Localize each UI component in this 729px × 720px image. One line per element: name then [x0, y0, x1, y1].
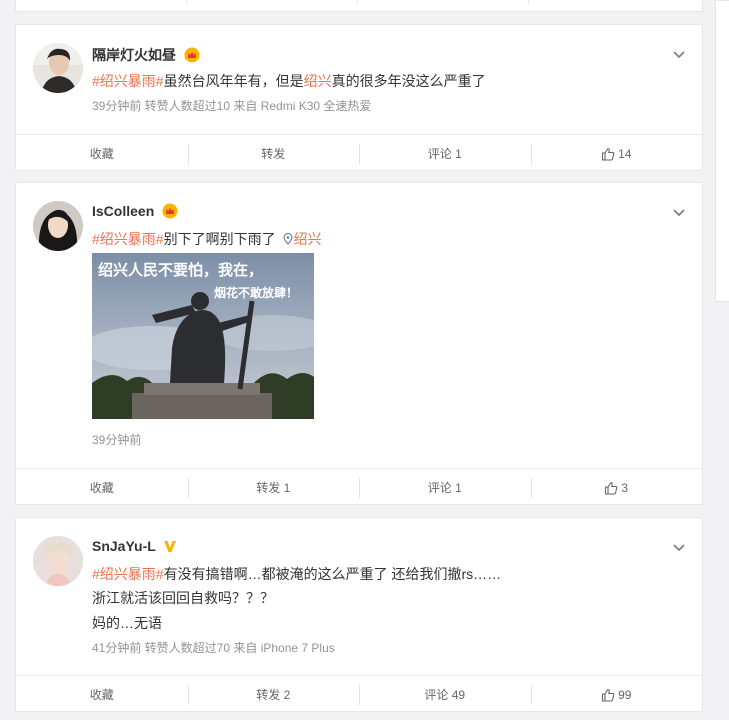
- avatar[interactable]: [33, 201, 83, 251]
- chevron-down-icon[interactable]: [672, 540, 686, 554]
- comment-label: 评论 1: [427, 481, 462, 495]
- favorite-button[interactable]: 收藏: [16, 469, 188, 506]
- action-bar: 收藏 转发 评论 1 14: [16, 134, 702, 172]
- repost-label: 转发: [261, 147, 286, 161]
- post-meta: 39分钟前 转赞人数超过10 来自 Redmi K30 全速热爱: [92, 99, 372, 113]
- comment-button[interactable]: 评论 49: [359, 676, 531, 713]
- favorite-label: 收藏: [89, 688, 114, 702]
- crown-badge-icon: [162, 203, 178, 222]
- image-caption: 绍兴人民不要怕，我在，: [98, 261, 263, 279]
- previous-post-actions: [15, 0, 703, 12]
- favorite-label: 收藏: [89, 481, 114, 495]
- repost-label: 转发 2: [256, 688, 291, 702]
- post-meta: 41分钟前 转赞人数超过70 来自 iPhone 7 Plus: [92, 641, 335, 655]
- chevron-down-icon[interactable]: [672, 47, 686, 61]
- repost-label: 转发 1: [256, 481, 291, 495]
- location-pin-icon: [283, 232, 294, 245]
- post-text-line: 妈的…无语: [92, 615, 162, 631]
- repost-button[interactable]: 转发 2: [187, 676, 360, 713]
- like-button[interactable]: 99: [530, 676, 703, 713]
- post-card: IsColleen #绍兴暴雨#别下了啊别下雨了 绍兴 绍兴人民不要怕，我在， …: [15, 182, 703, 505]
- post-text: #绍兴暴雨#虽然台风年年有，但是绍兴真的很多年没这么严重了: [92, 71, 486, 91]
- verified-v-icon: [163, 539, 177, 556]
- post-text: #绍兴暴雨#别下了啊别下雨了 绍兴: [92, 229, 321, 249]
- post-text-part: 别下了啊别下雨了: [163, 231, 276, 247]
- like-button[interactable]: 14: [530, 135, 703, 172]
- favorite-label: 收藏: [89, 147, 114, 161]
- comment-label: 评论 49: [424, 688, 466, 702]
- thumbs-up-icon: [602, 147, 615, 161]
- right-sidebar-panel: [715, 0, 729, 302]
- post-text-part: 真的很多年没这么严重了: [331, 73, 486, 89]
- topic-link[interactable]: #绍兴暴雨#: [92, 73, 164, 89]
- comment-label: 评论 1: [427, 147, 462, 161]
- post-image[interactable]: 绍兴人民不要怕，我在， 烟花不敢放肆！: [92, 253, 314, 419]
- keyword-link[interactable]: 绍兴: [304, 73, 332, 89]
- repost-button[interactable]: 转发 1: [187, 469, 360, 506]
- username-text[interactable]: SnJaYu-L: [92, 538, 156, 554]
- post-text-part: 虽然台风年年有，但是: [163, 73, 304, 89]
- username-text[interactable]: 隔岸灯火如昼: [92, 47, 176, 63]
- comment-button[interactable]: 评论 1: [359, 469, 531, 506]
- location-link[interactable]: 绍兴: [293, 231, 321, 247]
- topic-link[interactable]: #绍兴暴雨#: [92, 231, 164, 247]
- thumbs-up-icon: [605, 481, 618, 495]
- comment-button[interactable]: 评论 1: [359, 135, 531, 172]
- post-card: SnJaYu-L #绍兴暴雨#有没有搞错啊…都被淹的这么严重了 还给我们撤rs……: [15, 517, 703, 712]
- favorite-button[interactable]: 收藏: [16, 135, 188, 172]
- like-count: 14: [618, 146, 632, 161]
- crown-badge-icon: [184, 47, 200, 66]
- post-text-part: 有没有搞错啊…都被淹的这么严重了 还给我们撤rs……: [163, 566, 502, 582]
- post-card: 隔岸灯火如昼 #绍兴暴雨#虽然台风年年有，但是绍兴真的很多年没这么严重了 39分…: [15, 24, 703, 171]
- action-bar: 收藏 转发 2 评论 49 99: [16, 675, 702, 713]
- avatar[interactable]: [33, 43, 83, 93]
- username[interactable]: SnJaYu-L: [92, 538, 177, 556]
- username[interactable]: 隔岸灯火如昼: [92, 45, 200, 66]
- post-text: #绍兴暴雨#有没有搞错啊…都被淹的这么严重了 还给我们撤rs……: [92, 564, 501, 584]
- repost-button[interactable]: 转发: [187, 135, 360, 172]
- like-button[interactable]: 3: [530, 469, 703, 506]
- username-text[interactable]: IsColleen: [92, 203, 154, 219]
- favorite-button[interactable]: 收藏: [16, 676, 188, 713]
- post-text-line: 浙江就活该回回自救吗？？？: [92, 590, 274, 606]
- action-bar: 收藏 转发 1 评论 1 3: [16, 468, 702, 506]
- thumbs-up-icon: [602, 688, 615, 702]
- avatar[interactable]: [33, 536, 83, 586]
- like-count: 3: [621, 480, 629, 495]
- chevron-down-icon[interactable]: [672, 205, 686, 219]
- like-count: 99: [618, 687, 632, 702]
- post-meta: 39分钟前: [92, 433, 142, 447]
- image-caption: 烟花不敢放肆！: [214, 285, 298, 300]
- username[interactable]: IsColleen: [92, 203, 178, 222]
- topic-link[interactable]: #绍兴暴雨#: [92, 566, 164, 582]
